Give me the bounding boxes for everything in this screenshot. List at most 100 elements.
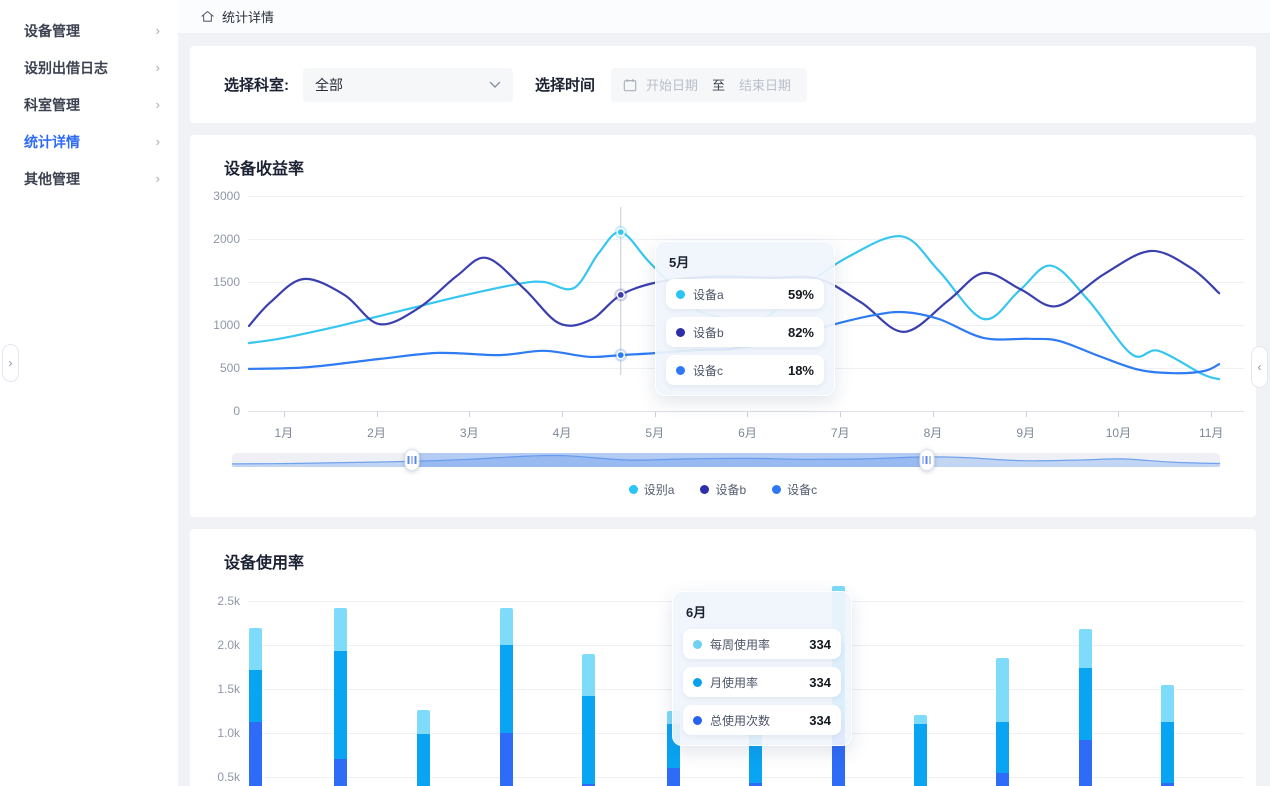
line-chart-title: 设备收益率 bbox=[224, 155, 304, 179]
datazoom-slider[interactable] bbox=[232, 453, 1220, 467]
sidebar-item-2[interactable]: 科室管理› bbox=[0, 86, 178, 123]
tooltip-series-label: 月使用率 bbox=[710, 674, 809, 691]
datazoom-selected-range[interactable] bbox=[412, 453, 927, 467]
legend-item-0[interactable]: 设别a bbox=[629, 481, 675, 498]
bar-segment-month bbox=[249, 670, 262, 723]
y-tick-label: 1.5k bbox=[194, 682, 240, 696]
date-range-separator: 至 bbox=[712, 75, 725, 94]
tooltip-series-label: 总使用次数 bbox=[710, 712, 809, 729]
bar-segment-week bbox=[996, 658, 1009, 721]
datazoom-left-handle[interactable] bbox=[404, 449, 419, 471]
y-tick-label: 0.5k bbox=[194, 770, 240, 784]
chevron-right-icon: › bbox=[156, 134, 160, 149]
filter-bar: 选择科室: 全部 选择时间 开始日期 至 结束日期 bbox=[190, 46, 1256, 123]
pointer-marker bbox=[617, 291, 624, 298]
tooltip-series-value: 18% bbox=[788, 363, 814, 378]
legend-item-1[interactable]: 设备b bbox=[700, 481, 746, 498]
bar-11[interactable] bbox=[1161, 685, 1174, 786]
tooltip-series-dot bbox=[676, 328, 685, 337]
chevron-right-icon: › bbox=[156, 23, 160, 38]
tooltip-series-dot bbox=[693, 716, 702, 725]
bar-segment-month bbox=[500, 645, 513, 733]
department-select[interactable]: 全部 bbox=[303, 68, 513, 102]
sidebar: 设备管理›设别出借日志›科室管理›统计详情›其他管理› bbox=[0, 0, 178, 786]
bar-segment-month bbox=[996, 722, 1009, 773]
tooltip-series-label: 每周使用率 bbox=[710, 636, 809, 653]
time-filter-label: 选择时间 bbox=[535, 74, 595, 95]
breadcrumb[interactable]: 统计详情 bbox=[178, 0, 1270, 34]
bar-segment-total bbox=[996, 773, 1009, 786]
tooltip-series-dot bbox=[676, 366, 685, 375]
x-tick-label: 5月 bbox=[645, 424, 664, 441]
legend-label: 设备b bbox=[715, 481, 746, 498]
bar-segment-week bbox=[417, 710, 430, 734]
end-date-input[interactable]: 结束日期 bbox=[739, 75, 791, 94]
line-chart-legend: 设别a 设备b 设备c bbox=[190, 481, 1256, 498]
panel-collapse-toggle[interactable]: ‹ bbox=[1251, 346, 1268, 388]
x-tick-label: 6月 bbox=[738, 424, 757, 441]
legend-item-2[interactable]: 设备c bbox=[772, 481, 817, 498]
line-chart-tooltip: 5月 设备a59%设备b82%设备c18% bbox=[655, 241, 835, 396]
tooltip-title: 5月 bbox=[669, 252, 824, 271]
bar-10[interactable] bbox=[1079, 629, 1092, 786]
sidebar-item-3[interactable]: 统计详情 › bbox=[0, 123, 178, 160]
bar-segment-month bbox=[417, 734, 430, 786]
chevron-left-icon: ‹ bbox=[1258, 360, 1262, 374]
tooltip-series-value: 59% bbox=[788, 287, 814, 302]
tooltip-row: 设备b82% bbox=[666, 317, 824, 347]
usage-bar-chart-card: 设备使用率 6月 每周使用率334月使用率334总使用次数334 2.5k2.0… bbox=[190, 529, 1256, 786]
bar-2[interactable] bbox=[417, 710, 430, 786]
revenue-line-chart-card: 设备收益率 1月2月3月4月5月6月7月8月9月10月11月 设别a设备b设备c… bbox=[190, 135, 1256, 517]
sidebar-item-0[interactable]: 设备管理› bbox=[0, 12, 178, 49]
sidebar-item-label: 统计详情 bbox=[24, 132, 80, 152]
y-tick-label: 2000 bbox=[194, 232, 240, 246]
bar-segment-week bbox=[582, 654, 595, 696]
x-tick-label: 11月 bbox=[1199, 424, 1223, 441]
main-content: 统计详情 选择科室: 全部 选择时间 开始日期 至 结束日期 bbox=[178, 0, 1270, 786]
y-tick-label: 500 bbox=[194, 361, 240, 375]
tooltip-series-dot bbox=[676, 290, 685, 299]
date-range-picker[interactable]: 开始日期 至 结束日期 bbox=[611, 68, 807, 102]
tooltip-series-value: 334 bbox=[809, 713, 831, 728]
sidebar-item-4[interactable]: 其他管理› bbox=[0, 160, 178, 197]
bar-segment-total bbox=[249, 722, 262, 786]
chevron-right-icon: › bbox=[9, 356, 13, 370]
bar-segment-week bbox=[249, 628, 262, 669]
sidebar-item-label: 设别出借日志 bbox=[24, 58, 108, 78]
y-tick-label: 1000 bbox=[194, 318, 240, 332]
bar-1[interactable] bbox=[334, 608, 347, 786]
sidebar-expand-toggle[interactable]: › bbox=[2, 344, 19, 382]
bar-segment-week bbox=[1161, 685, 1174, 722]
y-tick-label: 1.0k bbox=[194, 726, 240, 740]
start-date-input[interactable]: 开始日期 bbox=[646, 75, 698, 94]
bar-segment-month bbox=[582, 696, 595, 784]
app-window: 设备管理›设别出借日志›科室管理›统计详情›其他管理› › ‹ 统计详情 选择科… bbox=[0, 0, 1270, 786]
y-tick-label: 0 bbox=[194, 404, 240, 418]
pointer-marker bbox=[617, 229, 624, 236]
department-filter-label: 选择科室: bbox=[224, 74, 289, 95]
tooltip-row: 月使用率334 bbox=[683, 667, 841, 697]
bar-segment-total bbox=[1079, 740, 1092, 786]
bar-9[interactable] bbox=[996, 658, 1009, 786]
bar-8[interactable] bbox=[914, 715, 927, 786]
y-tick-label: 3000 bbox=[194, 189, 240, 203]
tooltip-row: 每周使用率334 bbox=[683, 629, 841, 659]
chevron-right-icon: › bbox=[156, 97, 160, 112]
bar-0[interactable] bbox=[249, 628, 262, 786]
datazoom-right-handle[interactable] bbox=[919, 449, 934, 471]
legend-dot bbox=[629, 485, 638, 494]
tooltip-series-label: 设备b bbox=[693, 324, 788, 341]
y-tick-label: 1500 bbox=[194, 275, 240, 289]
sidebar-item-1[interactable]: 设别出借日志› bbox=[0, 49, 178, 86]
y-tick-label: 2.0k bbox=[194, 638, 240, 652]
x-tick-label: 10月 bbox=[1106, 424, 1131, 441]
bar-4[interactable] bbox=[582, 654, 595, 786]
bar-segment-month bbox=[334, 651, 347, 759]
chevron-right-icon: › bbox=[156, 171, 160, 186]
legend-dot bbox=[772, 485, 781, 494]
bar-3[interactable] bbox=[500, 608, 513, 786]
bar-segment-total bbox=[667, 768, 680, 786]
calendar-icon bbox=[623, 78, 637, 92]
bar-segment-week bbox=[914, 715, 927, 724]
chevron-down-icon bbox=[489, 81, 501, 89]
